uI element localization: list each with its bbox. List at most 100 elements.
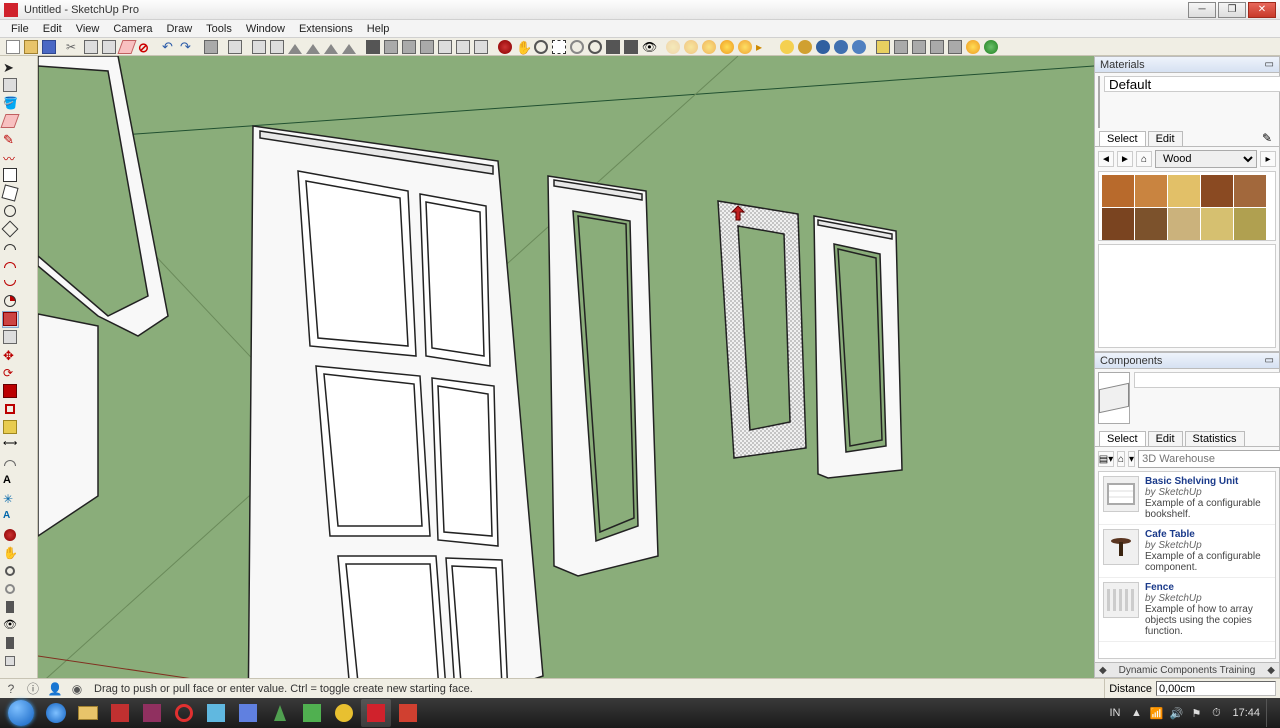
save-file-button[interactable]: [41, 39, 57, 55]
previous-view-button[interactable]: [587, 39, 603, 55]
tray-shield-icon[interactable]: ⚑: [1187, 704, 1205, 722]
position-cam-side[interactable]: [2, 599, 19, 616]
position-camera-button[interactable]: [605, 39, 621, 55]
text-tool[interactable]: A: [2, 473, 19, 490]
iso-view-button[interactable]: [251, 39, 267, 55]
paint-bucket-tool[interactable]: 🪣: [2, 95, 19, 112]
globe-button[interactable]: [983, 39, 999, 55]
components-tab-select[interactable]: Select: [1099, 431, 1146, 446]
move-tool[interactable]: ✥: [2, 347, 19, 364]
edge1[interactable]: [911, 39, 927, 55]
select-tool[interactable]: ➤: [2, 59, 19, 76]
maximize-button[interactable]: ❐: [1218, 2, 1246, 18]
taskbar-app-2[interactable]: [137, 699, 167, 727]
language-indicator[interactable]: IN: [1109, 707, 1120, 719]
shadow1[interactable]: [665, 39, 681, 55]
right-view-button[interactable]: [305, 39, 321, 55]
print-button[interactable]: [203, 39, 219, 55]
tape-tool[interactable]: [2, 419, 19, 436]
taskbar-app-9[interactable]: [393, 699, 423, 727]
menu-window[interactable]: Window: [239, 22, 292, 36]
cut-button[interactable]: ✂: [65, 39, 81, 55]
taskbar-app-4[interactable]: [201, 699, 231, 727]
wood-swatch-1[interactable]: [1135, 175, 1167, 207]
materials-forward-button[interactable]: ►: [1117, 151, 1133, 167]
materials-home-button[interactable]: ⌂: [1136, 151, 1152, 167]
back-view-button[interactable]: [323, 39, 339, 55]
components-search-input[interactable]: [1138, 450, 1280, 468]
look-around-button[interactable]: 👁: [641, 39, 657, 55]
dimension-tool[interactable]: ⟷: [2, 437, 19, 454]
show-desktop-button[interactable]: [1266, 699, 1274, 727]
line-tool[interactable]: ✎: [2, 131, 19, 148]
status-user-icon[interactable]: 👤: [46, 680, 64, 698]
section-plane-button[interactable]: [437, 39, 453, 55]
offset-tool[interactable]: [2, 401, 19, 418]
zoom-side-tool[interactable]: [2, 563, 19, 580]
component-name-field[interactable]: [1134, 372, 1280, 388]
freehand-tool[interactable]: 〰: [2, 149, 19, 166]
wood-swatch-7[interactable]: [1168, 208, 1200, 240]
taskbar-app-7[interactable]: [297, 699, 327, 727]
erase-icon[interactable]: [119, 39, 135, 55]
wood-swatch-5[interactable]: [1102, 208, 1134, 240]
menu-edit[interactable]: Edit: [36, 22, 69, 36]
polygon-tool[interactable]: [2, 221, 19, 238]
panel-pin-icon[interactable]: ▭: [1265, 59, 1274, 70]
tray-flag-icon[interactable]: ▲: [1127, 704, 1145, 722]
style-texture[interactable]: [833, 39, 849, 55]
component-preview-thumb[interactable]: [1098, 372, 1130, 424]
wood-swatch-4[interactable]: [1234, 175, 1266, 207]
menu-extensions[interactable]: Extensions: [292, 22, 360, 36]
menu-camera[interactable]: Camera: [106, 22, 159, 36]
shadow5[interactable]: [737, 39, 753, 55]
menu-help[interactable]: Help: [360, 22, 397, 36]
make-component-tool[interactable]: [2, 77, 19, 94]
components-home-button[interactable]: ⌂: [1117, 451, 1125, 467]
scale-tool[interactable]: [2, 383, 19, 400]
backface-button[interactable]: [893, 39, 909, 55]
pan-side-tool[interactable]: ✋: [2, 545, 19, 562]
zoom-window-button[interactable]: [551, 39, 567, 55]
section-cut-button[interactable]: [473, 39, 489, 55]
walk-button[interactable]: [365, 39, 381, 55]
walk-side[interactable]: [2, 635, 19, 652]
materials-tab-select[interactable]: Select: [1099, 131, 1146, 146]
copy-button[interactable]: [83, 39, 99, 55]
components-list[interactable]: Basic Shelving Unit by SketchUp Example …: [1098, 471, 1276, 659]
materials-tab-edit[interactable]: Edit: [1148, 131, 1183, 146]
zoom-extents-side-tool[interactable]: [2, 581, 19, 598]
redo-button[interactable]: ↷: [179, 39, 195, 55]
orbit-side-tool[interactable]: [2, 527, 19, 544]
3pt-arc-tool[interactable]: [2, 275, 19, 292]
menu-tools[interactable]: Tools: [199, 22, 239, 36]
wood-swatch-2[interactable]: [1168, 175, 1200, 207]
front-view-button[interactable]: [287, 39, 303, 55]
orbit-button[interactable]: [497, 39, 513, 55]
style-mono[interactable]: [851, 39, 867, 55]
pie-tool[interactable]: [2, 293, 19, 310]
2pt-arc-tool[interactable]: [2, 257, 19, 274]
arc-tool[interactable]: [2, 239, 19, 256]
wood-swatch-6[interactable]: [1135, 208, 1167, 240]
xray-button[interactable]: [875, 39, 891, 55]
axes-tool[interactable]: ✳: [2, 491, 19, 508]
wood-swatch-8[interactable]: [1201, 208, 1233, 240]
sun-button[interactable]: [965, 39, 981, 55]
edge3[interactable]: [947, 39, 963, 55]
pan-button[interactable]: ✋: [515, 39, 531, 55]
circle-tool[interactable]: [2, 203, 19, 220]
components-tab-edit[interactable]: Edit: [1148, 431, 1183, 446]
viewport-3d[interactable]: [38, 56, 1094, 678]
taskbar-ie-icon[interactable]: [41, 699, 71, 727]
protractor-tool[interactable]: [2, 455, 19, 472]
eye-button[interactable]: [383, 39, 399, 55]
taskbar-app-6[interactable]: [265, 699, 295, 727]
taskbar-clock[interactable]: 17:44: [1232, 707, 1260, 719]
components-footer[interactable]: ◆ Dynamic Components Training ◆: [1095, 662, 1279, 677]
close-button[interactable]: ✕: [1248, 2, 1276, 18]
menu-file[interactable]: File: [4, 22, 36, 36]
delete-button[interactable]: ⊘: [137, 39, 153, 55]
measurement-input[interactable]: [1156, 681, 1276, 696]
taskbar-app-5[interactable]: [233, 699, 263, 727]
